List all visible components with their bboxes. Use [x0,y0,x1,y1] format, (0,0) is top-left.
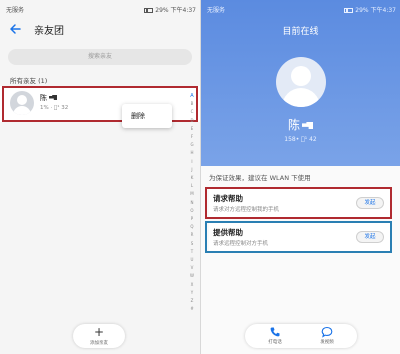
index-letter[interactable]: E [188,125,196,133]
index-letter[interactable]: O [188,207,196,215]
index-letter[interactable]: X [188,281,196,289]
index-letter[interactable]: D [188,117,196,125]
index-letter[interactable]: Z [188,297,196,305]
index-letter[interactable]: C [188,108,196,116]
call-actions: 打电话 发视频 [245,324,357,348]
section-label: 所有亲友 (1) [10,77,48,85]
index-letter[interactable]: Y [188,289,196,297]
call-button[interactable]: 打电话 [255,324,295,348]
status-bar: 无服务 29% 下午4:37 [201,0,400,16]
carrier-text: 无服务 [207,7,226,14]
delete-menu-item[interactable]: 删除 [131,112,145,120]
add-contact-button[interactable]: + 添加亲友 [73,324,125,348]
contact-name-text: 陈 [287,118,300,132]
index-letter[interactable]: B [188,100,196,108]
index-letter[interactable]: J [188,166,196,174]
offer-help-highlight [205,221,392,253]
message-bubble-icon [321,326,333,338]
index-letter[interactable]: Q [188,223,196,231]
avatar-body [282,88,320,107]
plus-icon: + [94,325,105,339]
status-right: 29% 下午4:37 [344,5,396,14]
index-letter[interactable]: H [188,149,196,157]
contacts-screen: 无服务 29% 下午4:37 亲友团 搜索亲友 所有亲友 (1) 陈 1% · … [0,0,200,354]
contact-name: 陈 [201,116,400,133]
index-letter[interactable]: G [188,141,196,149]
index-letter[interactable]: V [188,264,196,272]
index-letter[interactable]: S [188,240,196,248]
index-letter[interactable]: W [188,272,196,280]
online-status: 目前在线 [282,27,319,37]
contact-detail-screen: 无服务 29% 下午4:37 目前在线 陈 158• ﾞ¹ 42 为保证效果，建… [201,0,400,354]
avatar-head [291,66,311,86]
wlan-tip: 为保证效果，建议在 WLAN 下使用 [209,174,311,182]
battery-text: 29% [155,7,169,14]
index-letter[interactable]: R [188,231,196,239]
battery-icon [144,8,154,13]
request-help-highlight [205,187,392,219]
video-label: 发视频 [320,340,334,345]
status-bar: 无服务 29% 下午4:37 [0,0,200,16]
context-menu: 删除 [122,104,172,128]
index-letter[interactable]: L [188,182,196,190]
contact-phone: 158• ﾞ¹ 42 [284,136,317,143]
search-input[interactable]: 搜索亲友 [8,49,192,65]
app-header: 亲友团 [0,20,200,40]
index-letter[interactable]: K [188,174,196,182]
contact-avatar [276,57,326,107]
index-letter[interactable]: M [188,190,196,198]
index-letter[interactable]: U [188,256,196,264]
clock-text: 下午4:37 [370,7,396,14]
clock-text: 下午4:37 [170,7,196,14]
phone-icon [270,327,280,337]
index-letter[interactable]: N [188,199,196,207]
redacted-mark [302,122,313,129]
index-letter[interactable]: F [188,133,196,141]
call-label: 打电话 [268,340,282,345]
carrier-text: 无服务 [6,7,25,14]
status-right: 29% 下午4:37 [144,5,196,14]
index-letter[interactable]: P [188,215,196,223]
index-letter[interactable]: # [188,305,196,313]
back-arrow-icon[interactable] [8,22,22,36]
battery-text: 29% [355,7,369,14]
alphabet-index[interactable]: A B C D E F G H I J K L M N O P Q R S T U V W X Y Z # [188,92,196,313]
index-letter[interactable]: T [188,248,196,256]
index-letter[interactable]: I [188,158,196,166]
index-letter[interactable]: A [188,92,196,100]
page-title: 亲友团 [34,26,64,37]
video-button[interactable]: 发视频 [307,324,347,348]
add-contact-label: 添加亲友 [90,341,108,346]
battery-icon [344,8,354,13]
